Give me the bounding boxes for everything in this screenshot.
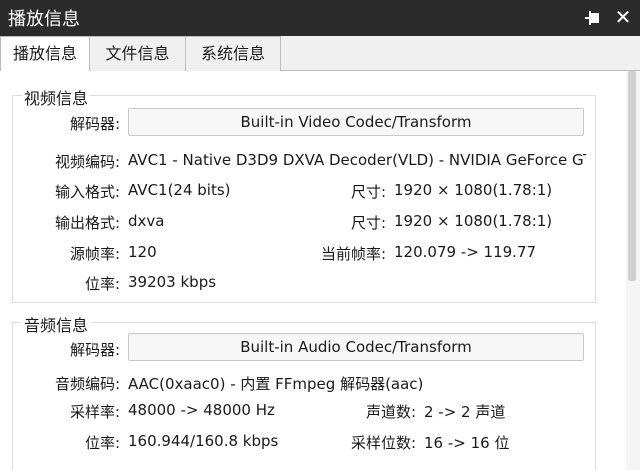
video-bitrate-value: 39203 kbps xyxy=(128,273,217,291)
audio-bitrate-value: 160.944/160.8 kbps xyxy=(128,432,279,450)
output-size-value: 1920 × 1080(1.78:1) xyxy=(394,212,553,230)
close-icon[interactable]: ✕ xyxy=(612,6,634,28)
sample-rate-label: 采样率: xyxy=(69,403,120,421)
bit-depth-value: 16 -> 16 位 xyxy=(424,434,510,452)
input-format-label: 输入格式: xyxy=(54,183,120,201)
info-panel: 视频信息 解码器: Built-in Video Codec/Transform… xyxy=(0,71,640,470)
input-size-label: 尺寸: xyxy=(350,183,386,201)
video-codec-label: 视频编码: xyxy=(54,153,120,171)
sample-rate-value: 48000 -> 48000 Hz xyxy=(128,401,275,419)
scrollbar-thumb[interactable] xyxy=(628,71,636,281)
tab-bar: 播放信息 文件信息 系统信息 xyxy=(0,36,640,72)
video-info-title: 视频信息 xyxy=(22,85,91,109)
video-codec-value: AVC1 - Native D3D9 DXVA Decoder(VLD) - N… xyxy=(128,151,586,169)
title-bar: 播放信息 ✕ xyxy=(0,0,640,36)
bit-depth-label: 采样位数: xyxy=(350,434,416,452)
input-format-value: AVC1(24 bits) xyxy=(128,181,231,199)
audio-decoder-button[interactable]: Built-in Audio Codec/Transform xyxy=(128,333,584,361)
current-fps-value: 120.079 -> 119.77 xyxy=(394,243,537,261)
video-decoder-button[interactable]: Built-in Video Codec/Transform xyxy=(128,108,584,136)
output-format-value: dxva xyxy=(128,212,165,230)
tab-system-info[interactable]: 系统信息 xyxy=(185,36,281,71)
channels-label: 声道数: xyxy=(365,403,416,421)
output-size-label: 尺寸: xyxy=(350,214,386,232)
video-decoder-label: 解码器: xyxy=(69,115,120,133)
output-format-label: 输出格式: xyxy=(54,214,120,232)
current-fps-label: 当前帧率: xyxy=(320,245,386,263)
audio-info-title: 音频信息 xyxy=(22,312,91,336)
tab-playback-info[interactable]: 播放信息 xyxy=(0,36,90,72)
video-bitrate-label: 位率: xyxy=(84,275,120,293)
audio-codec-value: AAC(0xaac0) - 内置 FFmpeg 解码器(aac) xyxy=(128,375,424,393)
source-fps-value: 120 xyxy=(128,243,157,261)
pin-icon[interactable] xyxy=(584,8,604,28)
window-title: 播放信息 xyxy=(8,9,80,30)
audio-bitrate-label: 位率: xyxy=(84,434,120,452)
audio-decoder-label: 解码器: xyxy=(69,341,120,359)
audio-codec-label: 音频编码: xyxy=(54,375,120,393)
channels-value: 2 -> 2 声道 xyxy=(424,403,506,421)
tab-file-info[interactable]: 文件信息 xyxy=(89,36,186,71)
input-size-value: 1920 × 1080(1.78:1) xyxy=(394,181,553,199)
source-fps-label: 源帧率: xyxy=(69,245,120,263)
